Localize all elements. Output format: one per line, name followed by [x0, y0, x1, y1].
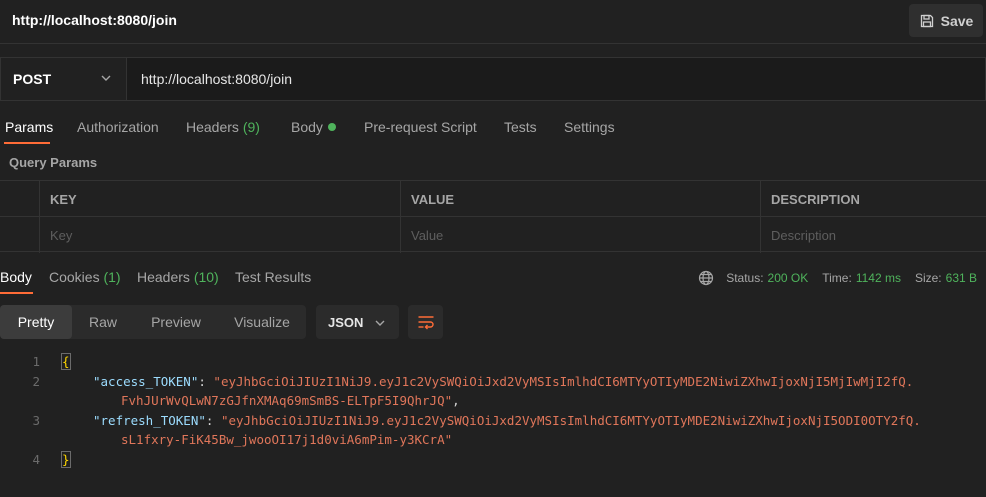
active-tab-indicator: [4, 142, 50, 144]
globe-icon[interactable]: [698, 270, 714, 286]
url-input[interactable]: http://localhost:8080/join: [141, 71, 292, 87]
chevron-down-icon: [375, 320, 385, 326]
tab-settings[interactable]: Settings: [564, 119, 615, 135]
tab-headers-label: Headers: [186, 119, 239, 135]
size-label: Size:: [914, 271, 942, 285]
view-mode-group: Pretty Raw Preview Visualize: [0, 305, 306, 339]
table-header-row: KEY VALUE DESCRIPTION: [0, 181, 986, 217]
body-indicator-dot: [327, 123, 336, 131]
json-key: "access_TOKEN": [93, 374, 199, 389]
close-brace: }: [61, 451, 71, 468]
method-select[interactable]: POST: [1, 58, 127, 100]
line-number: 4: [32, 452, 40, 467]
response-body-viewer[interactable]: 1 2 3 4 { "access_TOKEN": "eyJhbGciOiJIU…: [0, 350, 986, 497]
request-url-bar: POST http://localhost:8080/join: [0, 57, 986, 101]
code-line: "access_TOKEN": "eyJhbGciOiJIUzI1NiJ9.ey…: [93, 374, 914, 389]
code-line: FvhJUrWvQLwN7zGJfnXMAq69mSmBS-ELTpF5I9Qh…: [121, 393, 460, 408]
format-label: JSON: [328, 314, 364, 330]
chevron-down-icon: [101, 75, 111, 81]
tab-response-headers[interactable]: Headers (10): [137, 269, 219, 285]
tab-cookies[interactable]: Cookies (1): [49, 269, 121, 285]
method-label: POST: [13, 71, 52, 87]
column-header-value: VALUE: [400, 181, 760, 217]
code-line: }: [61, 451, 71, 468]
value-input[interactable]: Value: [400, 217, 760, 253]
code-line: sL1fxry-FiK45Bw_jwooOI17j1d0viA6mPim-y3K…: [121, 432, 452, 447]
active-response-tab-indicator: [0, 292, 33, 294]
tab-params[interactable]: Params: [5, 119, 53, 135]
description-input[interactable]: Description: [760, 217, 986, 253]
tab-headers[interactable]: Headers (9): [186, 119, 260, 135]
time-value[interactable]: 1142 ms: [856, 271, 901, 285]
json-string: FvhJUrWvQLwN7zGJfnXMAq69mSmBS-ELTpF5I9Qh…: [121, 393, 453, 408]
table-row: Key Value Description: [0, 217, 986, 253]
tab-response-headers-label: Headers: [137, 269, 190, 285]
request-tabs: Params Authorization Headers (9) Body Pr…: [0, 114, 986, 146]
response-status-bar: Status: 200 OK Time: 1142 ms Size: 631 B: [698, 270, 977, 286]
status-value[interactable]: 200 OK: [768, 271, 809, 285]
cookies-count: (1): [103, 269, 121, 285]
request-title-bar: http://localhost:8080/join Save: [0, 0, 986, 44]
column-header-key: KEY: [39, 181, 400, 217]
tab-response-body[interactable]: Body: [0, 269, 32, 285]
line-number: 1: [32, 354, 40, 369]
tab-tests[interactable]: Tests: [504, 119, 537, 135]
tab-body[interactable]: Body: [291, 119, 336, 135]
json-string: sL1fxry-FiK45Bw_jwooOI17j1d0viA6mPim-y3K…: [121, 432, 453, 447]
tab-prerequest-script[interactable]: Pre-request Script: [364, 119, 477, 135]
json-string: "eyJhbGciOiJIUzI1NiJ9.eyJ1c2VySWQiOiJxd2…: [220, 413, 921, 428]
request-title[interactable]: http://localhost:8080/join: [12, 12, 177, 28]
code-line: {: [61, 353, 71, 370]
save-label: Save: [940, 12, 974, 29]
save-icon: [920, 14, 933, 27]
size-value[interactable]: 631 B: [946, 271, 977, 285]
tab-test-results[interactable]: Test Results: [235, 269, 311, 285]
column-header-description: DESCRIPTION: [760, 181, 986, 217]
key-input[interactable]: Key: [39, 217, 400, 253]
save-button[interactable]: Save: [909, 4, 983, 37]
status-label: Status:: [726, 271, 764, 285]
headers-count: (9): [242, 119, 260, 135]
json-key: "refresh_TOKEN": [93, 413, 206, 428]
query-params-table: KEY VALUE DESCRIPTION Key Value Descript…: [0, 180, 986, 253]
raw-button[interactable]: Raw: [72, 305, 134, 339]
pretty-button[interactable]: Pretty: [0, 305, 72, 339]
open-brace: {: [61, 353, 71, 370]
query-params-label: Query Params: [9, 155, 98, 170]
tab-cookies-label: Cookies: [49, 269, 100, 285]
wrap-lines-button[interactable]: [408, 305, 443, 339]
format-select[interactable]: JSON: [316, 305, 399, 339]
wrap-lines-icon: [418, 316, 434, 330]
code-line: "refresh_TOKEN": "eyJhbGciOiJIUzI1NiJ9.e…: [93, 413, 921, 428]
json-string: "eyJhbGciOiJIUzI1NiJ9.eyJ1c2VySWQiOiJxd2…: [213, 374, 914, 389]
preview-button[interactable]: Preview: [134, 305, 218, 339]
line-number: 3: [32, 413, 40, 428]
tab-authorization[interactable]: Authorization: [77, 119, 159, 135]
time-label: Time:: [822, 271, 852, 285]
response-headers-count: (10): [193, 269, 219, 285]
tab-body-label: Body: [291, 119, 323, 135]
visualize-button[interactable]: Visualize: [218, 305, 306, 339]
line-number: 2: [32, 374, 40, 389]
